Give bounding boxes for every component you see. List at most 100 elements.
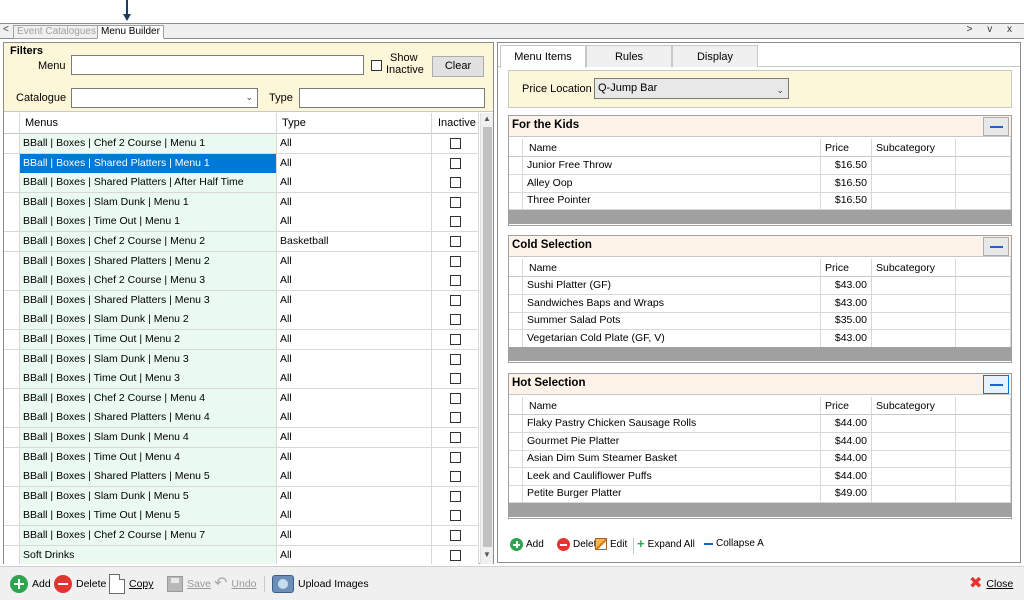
table-row[interactable]: BBall | Boxes | Slam Dunk | Menu 2 All: [4, 310, 479, 331]
inactive-cell[interactable]: [432, 388, 479, 408]
row-indicator[interactable]: [4, 388, 20, 408]
table-row[interactable]: Sandwiches Baps and Wraps $43.00: [509, 294, 1011, 313]
inactive-checkbox[interactable]: [450, 216, 461, 228]
menu-name-cell[interactable]: BBall | Boxes | Time Out | Menu 2: [20, 330, 277, 349]
column-header-inactive[interactable]: Inactive: [432, 113, 479, 134]
table-row[interactable]: BBall | Boxes | Shared Platters | Menu 2…: [4, 251, 479, 272]
row-indicator[interactable]: [509, 277, 523, 294]
inactive-cell[interactable]: [432, 349, 479, 369]
item-subcategory-cell[interactable]: [872, 174, 956, 192]
scroll-down-icon[interactable]: ▼: [483, 550, 491, 559]
item-subcategory-cell[interactable]: [872, 277, 956, 294]
inactive-cell[interactable]: [432, 545, 479, 564]
row-indicator[interactable]: [4, 408, 20, 428]
inactive-cell[interactable]: [432, 271, 479, 291]
row-indicator[interactable]: [509, 485, 523, 503]
inactive-checkbox[interactable]: [450, 510, 461, 522]
row-indicator[interactable]: [509, 157, 523, 174]
inactive-checkbox[interactable]: [450, 334, 461, 345]
undo-button[interactable]: ↶ Undo: [214, 573, 257, 595]
table-row[interactable]: BBall | Boxes | Time Out | Menu 2 All: [4, 330, 479, 350]
item-price-cell[interactable]: $16.50: [821, 192, 872, 210]
table-row[interactable]: BBall | Boxes | Chef 2 Course | Menu 3 Al…: [4, 271, 479, 292]
row-indicator[interactable]: [4, 134, 20, 153]
inactive-checkbox[interactable]: [450, 471, 461, 483]
upload-images-button[interactable]: Upload Images: [272, 573, 369, 595]
row-indicator[interactable]: [509, 312, 523, 330]
table-row[interactable]: BBall | Boxes | Chef 2 Course | Menu 2 Ba…: [4, 232, 479, 252]
menu-type-cell[interactable]: All: [277, 506, 432, 526]
column-header-menus[interactable]: Menus: [20, 113, 277, 134]
menu-type-cell[interactable]: All: [277, 153, 432, 173]
item-subcategory-cell[interactable]: [872, 415, 956, 432]
menu-name-cell[interactable]: BBall | Boxes | Time Out | Menu 4: [20, 447, 277, 467]
item-name-cell[interactable]: Asian Dim Sum Steamer Basket: [523, 450, 821, 468]
menu-name-cell[interactable]: BBall | Boxes | Slam Dunk | Menu 2: [20, 310, 277, 330]
row-indicator[interactable]: [509, 432, 523, 450]
item-subcategory-cell[interactable]: [872, 467, 956, 485]
table-row[interactable]: BBall | Boxes | Shared Platters | Menu 3…: [4, 290, 479, 311]
close-button[interactable]: ✖ Close: [969, 573, 1013, 595]
menu-name-cell[interactable]: BBall | Boxes | Time Out | Menu 3: [20, 369, 277, 389]
table-row[interactable]: BBall | Boxes | Chef 2 Course | Menu 7 Al…: [4, 526, 479, 546]
menu-filter-input[interactable]: [71, 55, 364, 75]
tab-menu-builder[interactable]: Menu Builder: [97, 25, 164, 39]
column-header-subcategory[interactable]: Subcategory: [872, 259, 956, 277]
inactive-cell[interactable]: [432, 369, 479, 389]
tab-scroll-left-button[interactable]: <: [3, 24, 9, 35]
inactive-cell[interactable]: [432, 330, 479, 349]
menu-type-cell[interactable]: All: [277, 467, 432, 487]
table-row[interactable]: BBall | Boxes | Slam Dunk | Menu 5 All: [4, 486, 479, 507]
item-name-cell[interactable]: Sushi Platter (GF): [523, 277, 821, 294]
item-name-cell[interactable]: Flaky Pastry Chicken Sausage Rolls: [523, 415, 821, 432]
menu-type-cell[interactable]: All: [277, 526, 432, 545]
table-row[interactable]: Soft Drinks All: [4, 545, 479, 564]
row-indicator[interactable]: [509, 174, 523, 192]
item-price-cell[interactable]: $49.00: [821, 485, 872, 503]
catalogue-select[interactable]: ⌄: [71, 88, 258, 108]
column-header-price[interactable]: Price: [821, 139, 872, 157]
menu-name-cell[interactable]: BBall | Boxes | Chef 2 Course | Menu 7: [20, 526, 277, 545]
menu-type-cell[interactable]: All: [277, 428, 432, 447]
item-subcategory-cell[interactable]: [872, 157, 956, 174]
item-subcategory-cell[interactable]: [872, 432, 956, 450]
item-price-cell[interactable]: $44.00: [821, 415, 872, 432]
row-indicator[interactable]: [4, 349, 20, 369]
inactive-checkbox[interactable]: [450, 490, 461, 502]
scrollbar-thumb[interactable]: [483, 127, 492, 547]
delete-menu-button[interactable]: Delete: [54, 573, 106, 595]
show-inactive-checkbox[interactable]: [371, 60, 382, 71]
menu-type-cell[interactable]: All: [277, 212, 432, 232]
table-row[interactable]: BBall | Boxes | Slam Dunk | Menu 3 All: [4, 349, 479, 370]
menu-name-cell[interactable]: BBall | Boxes | Time Out | Menu 1: [20, 212, 277, 232]
menu-type-cell[interactable]: All: [277, 134, 432, 153]
price-location-select[interactable]: Q-Jump Bar ⌄: [594, 78, 789, 99]
inactive-cell[interactable]: [432, 526, 479, 545]
inactive-cell[interactable]: [432, 486, 479, 506]
table-row[interactable]: BBall | Boxes | Time Out | Menu 3 All: [4, 369, 479, 390]
row-indicator[interactable]: [4, 330, 20, 349]
menu-name-cell[interactable]: BBall | Boxes | Shared Platters | After …: [20, 173, 277, 193]
menus-grid-scrollbar[interactable]: ▲ ▼: [480, 113, 493, 564]
row-indicator[interactable]: [4, 526, 20, 545]
inactive-cell[interactable]: [432, 251, 479, 271]
menu-type-cell[interactable]: All: [277, 408, 432, 428]
row-indicator[interactable]: [509, 329, 523, 347]
item-subcategory-cell[interactable]: [872, 312, 956, 330]
inactive-checkbox[interactable]: [450, 353, 461, 365]
column-header-price[interactable]: Price: [821, 259, 872, 277]
item-name-cell[interactable]: Junior Free Throw: [523, 157, 821, 174]
inactive-checkbox[interactable]: [450, 236, 461, 247]
item-name-cell[interactable]: Sandwiches Baps and Wraps: [523, 294, 821, 312]
column-header-name[interactable]: Name: [523, 397, 821, 415]
menu-type-cell[interactable]: All: [277, 251, 432, 271]
item-price-cell[interactable]: $43.00: [821, 329, 872, 347]
menu-name-cell[interactable]: Soft Drinks: [20, 545, 277, 564]
row-indicator[interactable]: [4, 467, 20, 487]
table-row[interactable]: Petite Burger Platter $49.00: [509, 485, 1011, 504]
item-name-cell[interactable]: Alley Oop: [523, 174, 821, 192]
item-price-cell[interactable]: $44.00: [821, 432, 872, 450]
item-price-cell[interactable]: $43.00: [821, 294, 872, 312]
copy-menu-button[interactable]: Copy: [109, 573, 154, 595]
inactive-cell[interactable]: [432, 173, 479, 193]
